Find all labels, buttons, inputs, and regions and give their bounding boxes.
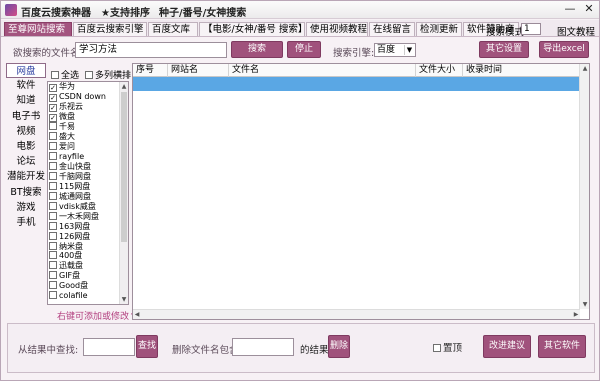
site-item[interactable]: 400盘 — [48, 251, 128, 261]
category-potential[interactable]: 潜能开发 — [6, 169, 46, 184]
pin-top-checkbox[interactable]: 置顶 — [433, 340, 462, 354]
site-item[interactable]: 一木禾网盘 — [48, 211, 128, 222]
site-item[interactable]: 城通网盘 — [48, 191, 128, 202]
multi-sort-checkbox[interactable]: 多列横排 — [85, 68, 131, 81]
site-item[interactable]: 千易 — [48, 121, 128, 132]
category-video[interactable]: 视频 — [6, 124, 46, 139]
results-hscrollbar[interactable]: ◀ ▶ — [133, 309, 580, 319]
search-mode-select[interactable]: 1 — [521, 23, 541, 35]
table-row[interactable] — [133, 77, 580, 91]
right-click-hint: 右键可添加或修改↑ — [57, 312, 137, 322]
tab-bar: 至尊网站搜索 百度云搜索引擎 百度文库 【电影/女神/番号 搜索】 使用视频教程… — [1, 20, 599, 38]
search-label: 欲搜索的文件名: — [13, 48, 83, 59]
tab-baidu-wenku[interactable]: 百度文库 — [148, 22, 198, 36]
site-item[interactable]: ✓ 微盘 — [48, 112, 128, 122]
site-panel: 全选 多列横排 ✓ 华为 ✓ CSDN down ✓ 乐视云 ✓ 微盘 千易 盛大 爱问… — [47, 63, 137, 322]
category-zhidao[interactable]: 知道 — [6, 93, 46, 108]
scroll-up-icon[interactable]: ▲ — [120, 82, 128, 91]
close-icon[interactable]: ✕ — [582, 3, 596, 16]
find-input[interactable] — [83, 338, 135, 356]
category-software[interactable]: 软件 — [6, 78, 46, 93]
category-bt-search[interactable]: BT搜索 — [6, 185, 46, 200]
engine-value: 百度 — [377, 45, 396, 55]
delete-result-label: 的结果 — [300, 345, 329, 356]
category-game[interactable]: 游戏 — [6, 200, 46, 215]
col-date[interactable]: 收录时间 — [463, 64, 580, 77]
app-window: 百度云搜索神器 ★支持排序 种子/番号/女神搜索 — ✕ 至尊网站搜索 百度云搜… — [0, 0, 600, 381]
site-item[interactable]: 163网盘 — [48, 221, 128, 232]
search-input[interactable]: 学习方法 — [75, 42, 227, 58]
site-item[interactable]: ✓ 乐视云 — [48, 102, 128, 112]
site-item[interactable]: ✓ CSDN down — [48, 92, 128, 102]
site-list: ✓ 华为 ✓ CSDN down ✓ 乐视云 ✓ 微盘 千易 盛大 爱问 rayfile… — [47, 81, 129, 305]
site-item[interactable]: 金山快盘 — [48, 161, 128, 172]
results-table: 序号 网站名 文件名 文件大小 收录时间 ▲ ▼ ◀ ▶ — [132, 63, 590, 320]
tab-site-search[interactable]: 至尊网站搜索 — [4, 22, 72, 36]
col-index[interactable]: 序号 — [133, 64, 168, 77]
find-button[interactable]: 查找 — [136, 335, 158, 358]
site-item[interactable]: 115网盘 — [48, 181, 128, 192]
tab-video-tutorial[interactable]: 使用视频教程 — [306, 22, 368, 36]
col-filesize[interactable]: 文件大小 — [416, 64, 463, 77]
tutorial-link[interactable]: 图文教程 — [557, 24, 595, 38]
site-item[interactable]: colafile — [48, 291, 128, 301]
engine-label: 搜索引擎: — [333, 48, 375, 59]
results-vscrollbar[interactable]: ▲ ▼ — [579, 64, 589, 309]
title-bar: 百度云搜索神器 ★支持排序 种子/番号/女神搜索 — ✕ — [1, 1, 599, 19]
minimize-icon[interactable]: — — [563, 3, 577, 16]
chevron-down-icon: ▼ — [404, 45, 414, 55]
col-filename[interactable]: 文件名 — [229, 64, 416, 77]
tab-baiduyun-engine[interactable]: 百度云搜索引擎 — [73, 22, 147, 36]
site-item[interactable]: 126网盘 — [48, 231, 128, 242]
scroll-down-icon[interactable]: ▼ — [120, 295, 128, 304]
site-item[interactable]: rayfile — [48, 151, 128, 162]
site-item[interactable]: 千脑网盘 — [48, 171, 128, 182]
category-ebook[interactable]: 电子书 — [6, 109, 46, 124]
category-sidebar: 网盘 软件 知道 电子书 视频 电影 论坛 潜能开发 BT搜索 游戏 手机 — [6, 63, 46, 230]
scroll-up-icon[interactable]: ▲ — [581, 64, 589, 73]
engine-select[interactable]: 百度 ▼ — [374, 43, 416, 57]
site-item[interactable]: vdisk威盘 — [48, 201, 128, 212]
category-forum[interactable]: 论坛 — [6, 154, 46, 169]
site-item[interactable]: Good盘 — [48, 281, 128, 291]
other-software-button[interactable]: 其它软件 — [538, 335, 586, 358]
scroll-thumb[interactable] — [121, 92, 127, 242]
scroll-left-icon[interactable]: ◀ — [133, 310, 141, 319]
bottom-bar: 从结果中查找: 查找 删除文件名包含: 的结果 删除 置顶 改进建议 其它软件 — [7, 323, 595, 373]
col-site[interactable]: 网站名 — [168, 64, 229, 77]
category-netdisk[interactable]: 网盘 — [6, 63, 46, 79]
scroll-right-icon[interactable]: ▶ — [572, 310, 580, 319]
window-title-sort: ★支持排序 — [101, 8, 150, 19]
feedback-button[interactable]: 改进建议 — [483, 335, 531, 358]
site-list-scrollbar[interactable]: ▲ ▼ — [119, 82, 128, 304]
tab-movie-search[interactable]: 【电影/女神/番号 搜索】 — [199, 22, 307, 36]
site-item[interactable]: 纳米盘 — [48, 241, 128, 252]
other-settings-button[interactable]: 其它设置 — [479, 41, 529, 58]
tab-check-update[interactable]: 检测更新 — [416, 22, 462, 36]
export-excel-button[interactable]: 导出excel — [539, 41, 589, 58]
table-header: 序号 网站名 文件名 文件大小 收录时间 — [133, 64, 580, 77]
search-mode-label: 搜索模式 — [486, 27, 525, 38]
search-button[interactable]: 搜索 — [231, 41, 283, 58]
tab-online-message[interactable]: 在线留言 — [369, 22, 415, 36]
site-item[interactable]: ✓ 华为 — [48, 82, 128, 92]
category-movie[interactable]: 电影 — [6, 139, 46, 154]
window-title-search: 种子/番号/女神搜索 — [159, 8, 247, 19]
delete-input[interactable] — [232, 338, 294, 356]
site-item[interactable]: 爱问 — [48, 141, 128, 152]
category-mobile[interactable]: 手机 — [6, 215, 46, 230]
delete-button[interactable]: 删除 — [328, 335, 350, 358]
stop-button[interactable]: 停止 — [287, 41, 321, 58]
find-label: 从结果中查找: — [18, 345, 79, 356]
app-logo-icon — [5, 4, 17, 16]
scroll-down-icon[interactable]: ▼ — [581, 300, 589, 309]
search-row: 欲搜索的文件名: 学习方法 搜索 停止 搜索引擎: 百度 ▼ 其它设置 导出ex… — [7, 38, 595, 61]
site-item[interactable]: 盛大 — [48, 131, 128, 142]
window-title: 百度云搜索神器 — [21, 8, 91, 19]
site-item[interactable]: 迅载盘 — [48, 261, 128, 271]
select-all-checkbox[interactable]: 全选 — [51, 68, 79, 81]
site-item[interactable]: GIF盘 — [48, 271, 128, 281]
